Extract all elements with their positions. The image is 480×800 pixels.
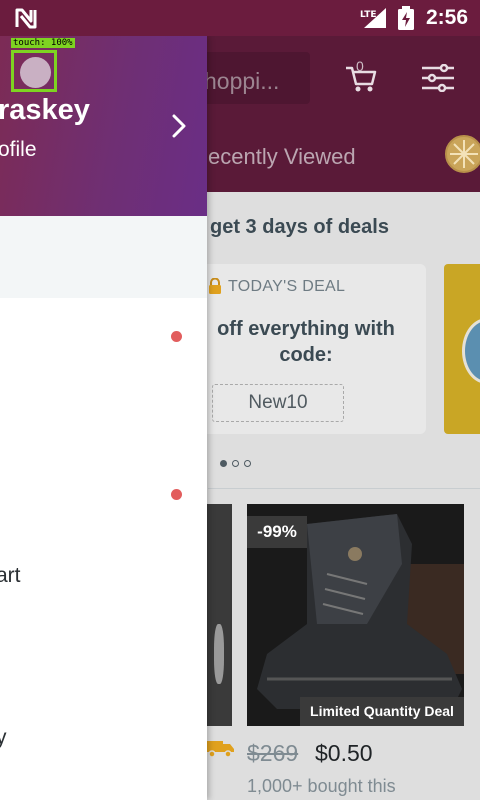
next-deal-card[interactable] [444, 264, 480, 434]
n-logo-icon [15, 8, 37, 29]
chevron-right-icon[interactable] [170, 112, 188, 140]
status-bar: LTE 2:56 [0, 0, 480, 36]
sold-count: 1,000+ bought this [247, 776, 396, 796]
product-card-image-partial[interactable] [206, 504, 232, 726]
deal-label: TODAY'S DEAL [228, 278, 346, 295]
carousel-dot [232, 460, 239, 467]
touch-indicator-label: touch: 100% [11, 38, 75, 48]
touch-indicator [11, 50, 57, 92]
cart-count-badge: 0 [356, 58, 364, 74]
deal-description: off everything with code: [217, 318, 395, 366]
search-placeholder: hoppi... [204, 68, 280, 94]
deals-heading: get 3 days of deals [210, 216, 389, 238]
discount-badge: -99% [247, 516, 307, 548]
view-profile-link[interactable]: ofile [0, 138, 37, 162]
carousel-indicator [220, 454, 256, 472]
original-price: $269 [247, 740, 299, 766]
limited-quantity-badge: Limited Quantity Deal [300, 697, 464, 726]
notification-dot [171, 489, 182, 500]
sale-price: $0.50 [315, 740, 373, 766]
delivery-truck-icon [206, 741, 234, 758]
coin-icon[interactable] [444, 134, 480, 174]
drawer-menu-item[interactable]: y [0, 726, 7, 750]
lock-icon [209, 278, 221, 294]
filter-sliders-icon[interactable] [422, 64, 454, 92]
drawer-section-band [0, 216, 207, 298]
promo-code[interactable]: New10 [212, 384, 344, 422]
svg-text:LTE: LTE [360, 10, 377, 20]
navigation-drawer: raskey ofile art y [0, 36, 207, 800]
drawer-menu-item[interactable]: art [0, 564, 21, 588]
user-name: raskey [0, 94, 90, 126]
watch-image [462, 318, 480, 384]
carousel-dot [244, 460, 251, 467]
lte-signal-icon: LTE [360, 8, 386, 28]
divider [208, 488, 480, 489]
tab-recently-viewed[interactable]: ecently Viewed [208, 144, 356, 170]
notification-dot [171, 331, 182, 342]
carousel-dot-active [220, 460, 227, 467]
battery-charging-icon [398, 6, 414, 30]
clock: 2:56 [426, 6, 469, 29]
